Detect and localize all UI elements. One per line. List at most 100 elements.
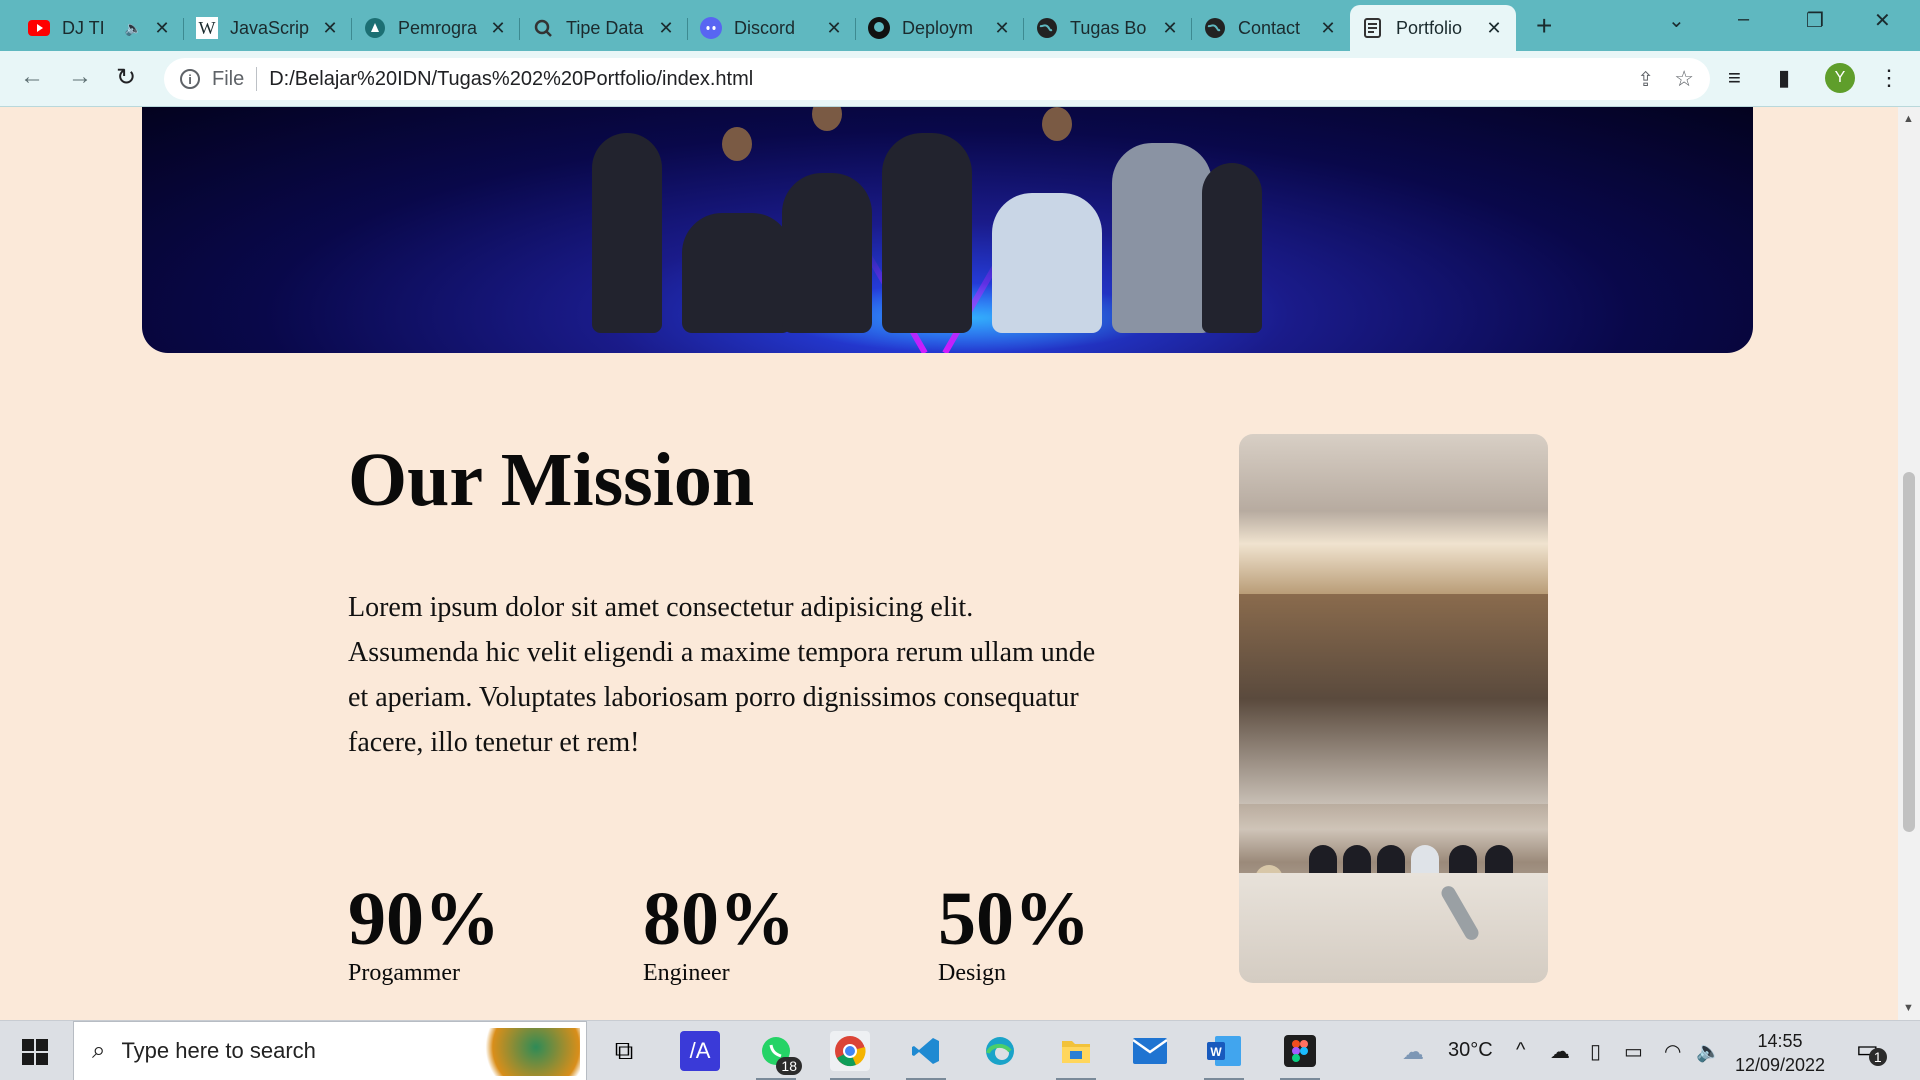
wifi-icon[interactable]: ◠ xyxy=(1664,1039,1681,1064)
chevron-up-icon[interactable]: ^ xyxy=(1516,1039,1525,1062)
whatsapp-icon[interactable]: 18 xyxy=(756,1031,802,1080)
forward-button[interactable]: → xyxy=(68,63,92,91)
address-divider xyxy=(256,67,258,91)
onedrive-error-icon[interactable]: ☁ xyxy=(1550,1039,1570,1064)
tab-pemrograman[interactable]: Pemrogra ✕ xyxy=(352,5,520,51)
tab-dj[interactable]: DJ TI 🔈 ✕ xyxy=(16,5,184,51)
hero-image xyxy=(142,107,1753,353)
mail-icon[interactable] xyxy=(1130,1031,1170,1071)
site-icon xyxy=(532,17,554,39)
tab-title: Deploym xyxy=(902,17,974,38)
speaker-icon[interactable]: 🔈 xyxy=(125,20,142,37)
stat-label: Progammer xyxy=(348,960,460,986)
page-scrollbar[interactable]: ▲ ▼ xyxy=(1898,107,1920,1020)
stat-label: Design xyxy=(938,960,1006,986)
close-tab-icon[interactable]: ✕ xyxy=(992,18,1012,39)
browser-toolbar: ← → ↻ i File D:/Belajar%20IDN/Tugas%202%… xyxy=(0,51,1920,107)
taskbar-clock[interactable]: 14:55 12/09/2022 xyxy=(1730,1029,1830,1077)
globe-icon xyxy=(1036,17,1058,39)
tab-contact[interactable]: Contact ✕ xyxy=(1192,5,1350,51)
back-button[interactable]: ← xyxy=(20,63,44,91)
tab-strip: DJ TI 🔈 ✕ W JavaScrip ✕ Pemrogra ✕ Tipe … xyxy=(0,0,1920,51)
volume-icon[interactable]: 🔈 xyxy=(1696,1039,1721,1064)
page-viewport: Our Mission Lorem ipsum dolor sit amet c… xyxy=(0,107,1898,1020)
meet-now-icon[interactable]: ▯ xyxy=(1590,1039,1601,1064)
tab-title: Pemrogra xyxy=(398,17,478,38)
minimize-button[interactable]: – xyxy=(1738,8,1749,31)
new-tab-button[interactable]: + xyxy=(1536,10,1552,42)
scrollbar-thumb[interactable] xyxy=(1903,472,1915,832)
stat-label: Engineer xyxy=(643,960,730,986)
task-view-icon[interactable]: ⧉ xyxy=(604,1031,644,1071)
edge-icon[interactable] xyxy=(980,1031,1020,1071)
close-window-button[interactable]: ✕ xyxy=(1874,8,1891,33)
mission-title: Our Mission xyxy=(348,438,755,522)
profile-avatar[interactable]: Y xyxy=(1825,63,1855,93)
address-scheme: File xyxy=(212,67,245,90)
editor-app-icon[interactable]: /A xyxy=(680,1031,720,1071)
whatsapp-badge: 18 xyxy=(776,1057,802,1075)
close-tab-icon[interactable]: ✕ xyxy=(656,18,676,39)
scroll-down-arrow-icon[interactable]: ▼ xyxy=(1903,1002,1914,1014)
battery-icon[interactable]: ▭ xyxy=(1624,1039,1643,1064)
stat-engineer: 80% Engineer xyxy=(643,879,795,987)
tab-title: JavaScrip xyxy=(230,17,310,38)
notification-icon[interactable]: ▭ 1 xyxy=(1856,1035,1887,1066)
search-placeholder: Type here to search xyxy=(121,1038,316,1063)
close-tab-icon[interactable]: ✕ xyxy=(1318,18,1338,39)
tab-title: Discord xyxy=(734,17,796,38)
info-icon[interactable]: i xyxy=(180,69,200,89)
tab-deployment[interactable]: Deploym ✕ xyxy=(856,5,1024,51)
chrome-icon[interactable] xyxy=(830,1031,870,1080)
youtube-icon xyxy=(28,17,50,39)
close-tab-icon[interactable]: ✕ xyxy=(824,18,844,39)
stat-design: 50% Design xyxy=(938,879,1090,987)
close-tab-icon[interactable]: ✕ xyxy=(1484,18,1504,39)
tab-search-icon[interactable]: ⌄ xyxy=(1668,8,1685,33)
tab-tipe-data[interactable]: Tipe Data ✕ xyxy=(520,5,688,51)
mission-text: Lorem ipsum dolor sit amet consectetur a… xyxy=(348,592,1096,758)
figma-icon[interactable] xyxy=(1280,1031,1320,1080)
page-icon xyxy=(1362,17,1384,39)
tab-portfolio[interactable]: Portfolio ✕ xyxy=(1350,5,1516,51)
tab-javascript[interactable]: W JavaScrip ✕ xyxy=(184,5,352,51)
search-icon: ⌕ xyxy=(92,1037,106,1064)
clock-date: 12/09/2022 xyxy=(1734,1055,1826,1075)
weather-temperature[interactable]: 30°C xyxy=(1448,1039,1493,1062)
wikipedia-icon: W xyxy=(196,17,218,39)
file-explorer-icon[interactable] xyxy=(1056,1031,1096,1080)
tab-title: Tugas Bo xyxy=(1070,17,1147,38)
word-icon[interactable]: W xyxy=(1204,1031,1244,1080)
scroll-up-arrow-icon[interactable]: ▲ xyxy=(1903,113,1914,125)
tab-discord[interactable]: Discord ✕ xyxy=(688,5,856,51)
windows-taskbar: ⌕ Type here to search ⧉ /A 18 W ☁ 30°C ^… xyxy=(0,1020,1920,1080)
reload-button[interactable]: ↻ xyxy=(116,63,136,92)
close-tab-icon[interactable]: ✕ xyxy=(152,18,172,39)
menu-icon[interactable]: ⋮ xyxy=(1878,65,1900,91)
notification-badge: 1 xyxy=(1868,1048,1887,1066)
vscode-icon[interactable] xyxy=(906,1031,946,1080)
discord-icon xyxy=(700,17,722,39)
share-icon[interactable]: ⇪ xyxy=(1637,67,1654,92)
tab-tugas[interactable]: Tugas Bo ✕ xyxy=(1024,5,1192,51)
search-highlight-icon xyxy=(470,1028,580,1076)
close-tab-icon[interactable]: ✕ xyxy=(320,18,340,39)
bookmark-star-icon[interactable]: ☆ xyxy=(1674,66,1694,92)
close-tab-icon[interactable]: ✕ xyxy=(488,18,508,39)
address-bar[interactable]: i File D:/Belajar%20IDN/Tugas%202%20Port… xyxy=(164,58,1710,100)
weather-cloud-icon: ☁ xyxy=(1402,1039,1424,1064)
close-tab-icon[interactable]: ✕ xyxy=(1160,18,1180,39)
svg-text:W: W xyxy=(1210,1045,1222,1059)
stat-programmer: 90% Progammer xyxy=(348,879,500,987)
address-url[interactable]: D:/Belajar%20IDN/Tugas%202%20Portfolio/i… xyxy=(269,68,753,91)
stat-value: 90% xyxy=(348,877,500,961)
stat-value: 80% xyxy=(643,877,795,961)
windows-start-icon[interactable] xyxy=(22,1039,48,1065)
media-controls-icon[interactable]: ≡ xyxy=(1728,65,1741,91)
taskbar-search[interactable]: ⌕ Type here to search xyxy=(73,1021,587,1080)
tab-title: Portfolio xyxy=(1396,17,1463,38)
tab-title: DJ TI xyxy=(62,17,105,38)
restore-button[interactable]: ❐ xyxy=(1806,8,1824,33)
side-panel-icon[interactable]: ▮ xyxy=(1778,65,1790,91)
stat-value: 50% xyxy=(938,877,1090,961)
